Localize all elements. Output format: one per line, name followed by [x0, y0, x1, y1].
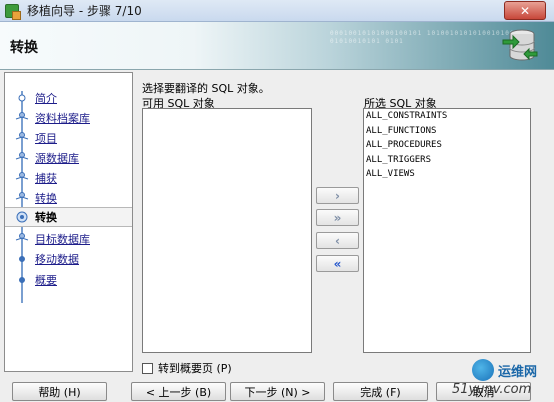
migration-wizard-window: 移植向导 - 步骤 7/10 ✕ 转换 00010010101000100101…: [0, 0, 554, 402]
step-node-icon: [19, 256, 25, 262]
nav-step-label: 源数据库: [35, 152, 79, 165]
next-button[interactable]: 下一步 (N) >: [230, 382, 325, 401]
step-header: 转换 00010010101000100101 1010010101010010…: [0, 22, 554, 70]
nav-step-label: 转换: [35, 211, 57, 224]
nav-step-label: 概要: [35, 274, 57, 287]
nav-step-label: 捕获: [35, 172, 57, 185]
site-watermark: 运维网 51yunv.com: [452, 355, 554, 400]
goto-summary-row[interactable]: 转到概要页 (P): [142, 360, 232, 376]
nav-step-project[interactable]: 项目: [5, 128, 132, 148]
nav-step-translate-current[interactable]: 转换: [5, 207, 132, 227]
step-node-icon: [19, 277, 25, 283]
nav-step-move-data[interactable]: 移动数据: [5, 249, 132, 269]
nav-step-intro[interactable]: 简介: [5, 88, 132, 108]
nav-step-convert[interactable]: 转换: [5, 188, 132, 208]
step-node-icon: [15, 112, 29, 120]
step-node-icon: [18, 94, 26, 102]
nav-step-label: 移动数据: [35, 253, 79, 266]
list-item[interactable]: ALL_CONSTRAINTS: [364, 109, 530, 124]
add-one-button[interactable]: ›: [316, 187, 359, 204]
list-item[interactable]: ALL_PROCEDURES: [364, 138, 530, 153]
back-button[interactable]: < 上一步 (B): [131, 382, 226, 401]
watermark-url: 51yunv.com: [452, 382, 532, 397]
nav-step-target-db[interactable]: 目标数据库: [5, 229, 132, 249]
current-step-icon: [16, 211, 28, 223]
step-node-icon: [15, 192, 29, 200]
remove-one-button[interactable]: ‹: [316, 232, 359, 249]
nav-step-source-db[interactable]: 源数据库: [5, 148, 132, 168]
watermark-name: 运维网: [498, 364, 538, 380]
available-objects-list[interactable]: [142, 108, 312, 353]
watermark-logo: 运维网: [472, 355, 542, 385]
instruction-text: 选择要翻译的 SQL 对象。: [142, 82, 270, 95]
nav-step-summary[interactable]: 概要: [5, 270, 132, 290]
step-node-icon: [15, 233, 29, 241]
step-node-icon: [15, 132, 29, 140]
nav-step-label: 转换: [35, 192, 57, 205]
goto-summary-label: 转到概要页 (P): [158, 362, 232, 375]
finish-button[interactable]: 完成 (F): [333, 382, 428, 401]
list-item[interactable]: ALL_VIEWS: [364, 167, 530, 182]
list-item[interactable]: ALL_FUNCTIONS: [364, 124, 530, 139]
step-node-icon: [15, 152, 29, 160]
title-bar[interactable]: 移植向导 - 步骤 7/10 ✕: [0, 0, 554, 22]
wizard-app-icon: [5, 3, 21, 20]
step-title: 转换: [10, 40, 38, 56]
nav-step-label: 目标数据库: [35, 233, 90, 246]
window-title: 移植向导 - 步骤 7/10: [27, 4, 142, 18]
selected-objects-list[interactable]: ALL_CONSTRAINTS ALL_FUNCTIONS ALL_PROCED…: [363, 108, 531, 353]
nav-step-repository[interactable]: 资料档案库: [5, 108, 132, 128]
nav-step-capture[interactable]: 捕获: [5, 168, 132, 188]
help-button[interactable]: 帮助 (H): [12, 382, 107, 401]
wizard-step-nav: 简介 资料档案库 项目 源数据库 捕获 转换 转换 目标数据库 移动数据 概要: [4, 72, 133, 372]
step-node-icon: [15, 172, 29, 180]
goto-summary-checkbox[interactable]: [142, 362, 153, 374]
nav-step-label: 资料档案库: [35, 112, 90, 125]
add-all-button[interactable]: »: [316, 209, 359, 226]
close-button[interactable]: ✕: [504, 1, 546, 20]
globe-icon: [472, 359, 494, 381]
remove-all-button[interactable]: «: [316, 255, 359, 272]
database-migrate-icon: [502, 29, 538, 61]
nav-step-label: 项目: [35, 132, 57, 145]
list-item[interactable]: ALL_TRIGGERS: [364, 153, 530, 168]
nav-step-label: 简介: [35, 92, 57, 105]
